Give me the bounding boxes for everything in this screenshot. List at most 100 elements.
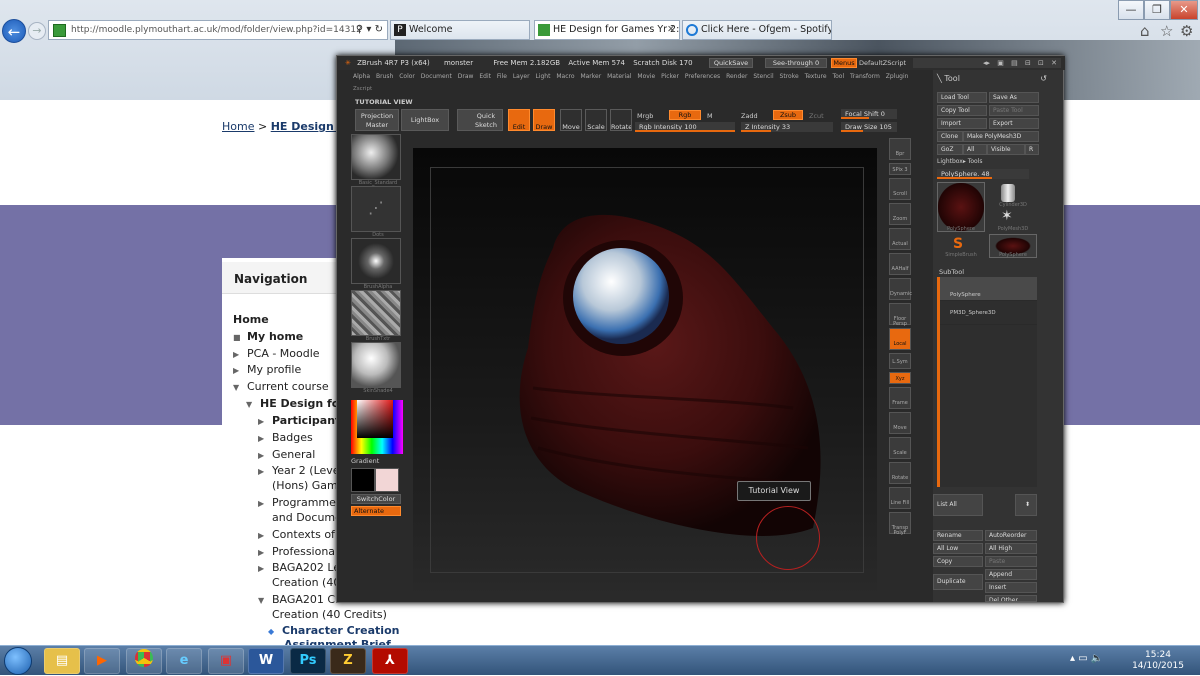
nav-current-course[interactable]: ▼ Current course	[233, 380, 329, 393]
menu-item-render[interactable]: Render	[726, 73, 753, 80]
color-square[interactable]	[357, 400, 393, 438]
menus-button[interactable]: Menus	[831, 58, 857, 68]
nav-pca-moodle[interactable]: ▶ PCA - Moodle	[233, 347, 320, 360]
polyf-button[interactable]: Line Fill PolyF	[889, 487, 911, 536]
tool-thumb-cylinder[interactable]	[1001, 184, 1015, 202]
goz-button[interactable]: GoZ	[937, 144, 963, 155]
menu-item-transform[interactable]: Transform	[850, 73, 886, 80]
autoreorder-button[interactable]: AutoReorder	[985, 530, 1037, 541]
visible-button[interactable]: Visible	[987, 144, 1025, 155]
search-refresh-icons[interactable]: ⚲ ▾ ↻	[356, 21, 383, 39]
insert-button[interactable]: Insert	[985, 582, 1037, 593]
load-tool-button[interactable]: Load Tool	[937, 92, 987, 103]
z-intensity-slider[interactable]: Z Intensity 33	[741, 122, 833, 132]
quick-sketch-button[interactable]: Quick Sketch	[457, 109, 503, 131]
see-through-slider[interactable]: See-through 0	[765, 58, 827, 68]
clone-button[interactable]: Clone	[937, 131, 963, 142]
nav-contexts[interactable]: ▶ Contexts of P	[258, 528, 345, 541]
subtool-pm3d-sphere[interactable]: PM3D_Sphere3D	[940, 301, 1037, 325]
nav-professional[interactable]: ▶ Professional T	[258, 545, 348, 558]
menu-item-alpha[interactable]: Alpha	[353, 73, 376, 80]
frame-button[interactable]: Frame	[889, 387, 911, 409]
spix-slider[interactable]: SPix 3	[889, 163, 911, 175]
minimize-button[interactable]: —	[1118, 0, 1144, 20]
zcut-button[interactable]: Zcut	[809, 112, 824, 120]
all-low-button[interactable]: All Low	[933, 543, 983, 554]
refresh-icon[interactable]: ↺	[1040, 74, 1047, 83]
taskbar-app-icon[interactable]: ▣	[208, 648, 244, 674]
close-window-button[interactable]: ✕	[1170, 0, 1198, 20]
taskbar-acrobat-icon[interactable]: ⅄	[372, 648, 408, 674]
paste-button[interactable]: Paste	[985, 556, 1037, 567]
lightbox-tools-button[interactable]: Lightbox▸ Tools	[937, 158, 983, 165]
default-zscript[interactable]: DefaultZScript	[859, 59, 906, 67]
alternate-button[interactable]: Alternate	[351, 506, 401, 516]
polysphere-slider[interactable]: PolySphere. 48	[937, 169, 1029, 179]
breadcrumb-home-link[interactable]: Home	[222, 120, 254, 133]
taskbar-zbrush-icon[interactable]: Z	[330, 648, 366, 674]
rgb-button[interactable]: Rgb	[669, 110, 701, 120]
settings-gear-icon[interactable]: ⚙	[1180, 22, 1193, 40]
tool-thumb-simplebrush-icon[interactable]: S	[953, 236, 963, 252]
make-polymesh-button[interactable]: Make PolyMesh3D	[963, 131, 1039, 142]
all-high-button[interactable]: All High	[985, 543, 1037, 554]
import-button[interactable]: Import	[937, 118, 987, 129]
subtool-polysphere[interactable]: PolySphere	[940, 277, 1037, 301]
nav-baga201-cont[interactable]: Creation (40 Credits)	[272, 608, 387, 621]
nav-baga202[interactable]: ▶ BAGA202 Lev	[258, 561, 347, 574]
bpr-button[interactable]: Bpr	[889, 138, 911, 160]
tab-welcome[interactable]: P Welcome	[390, 20, 530, 40]
color-picker[interactable]	[351, 400, 403, 454]
scale-button[interactable]: Scale	[585, 109, 607, 131]
taskbar-chrome-icon[interactable]	[126, 648, 162, 674]
nav-badges[interactable]: ▶ Badges	[258, 431, 313, 444]
all-button[interactable]: All	[963, 144, 987, 155]
nav-character-creation[interactable]: ◆ Character Creation	[268, 624, 399, 637]
menu-item-marker[interactable]: Marker	[580, 73, 607, 80]
m-button[interactable]: M	[707, 112, 713, 120]
r-button[interactable]: R	[1025, 144, 1039, 155]
duplicate-button[interactable]: Duplicate	[933, 574, 983, 590]
nav-programme[interactable]: ▶ Programme H	[258, 496, 348, 509]
address-bar[interactable]: http://moodle.plymouthart.ac.uk/mod/fold…	[48, 20, 388, 40]
copy-tool-button[interactable]: Copy Tool	[937, 105, 987, 116]
aahalf-button[interactable]: AAHalf	[889, 253, 911, 275]
quicksave-button[interactable]: QuickSave	[709, 58, 753, 68]
list-all-button[interactable]: List All	[933, 494, 983, 516]
rotate-button[interactable]: Rotate	[610, 109, 632, 131]
menu-item-color[interactable]: Color	[399, 73, 421, 80]
menu-item-tool[interactable]: Tool	[832, 73, 850, 80]
menu-item-picker[interactable]: Picker	[661, 73, 685, 80]
export-button[interactable]: Export	[989, 118, 1039, 129]
menu-item-stroke[interactable]: Stroke	[780, 73, 805, 80]
taskbar-word-icon[interactable]: W	[248, 648, 284, 674]
menu-item-zplugin[interactable]: Zplugin	[886, 73, 909, 80]
edit-button[interactable]: Edit	[508, 109, 530, 131]
xyz-button[interactable]: Xyz	[889, 372, 911, 384]
nav-my-home[interactable]: ■ My home	[233, 330, 303, 343]
scale-view-button[interactable]: Scale	[889, 437, 911, 459]
nav-general[interactable]: ▶ General	[258, 448, 315, 461]
paste-tool-button[interactable]: Paste Tool	[989, 105, 1039, 116]
rotate-view-button[interactable]: Rotate	[889, 462, 911, 484]
focal-shift-slider[interactable]: Focal Shift 0	[841, 109, 897, 119]
zscript-menu[interactable]: Zscript	[353, 86, 372, 92]
subtool-header[interactable]: SubTool	[939, 268, 964, 276]
menu-item-edit[interactable]: Edit	[479, 73, 497, 80]
material-skinshade4[interactable]	[351, 342, 401, 388]
actual-button[interactable]: Actual	[889, 228, 911, 250]
rename-button[interactable]: Rename	[933, 530, 983, 541]
nav-my-profile[interactable]: ▶ My profile	[233, 363, 301, 376]
copy-button[interactable]: Copy	[933, 556, 983, 567]
move-subtool-arrows-icon[interactable]: ⬍	[1015, 494, 1037, 516]
mrgb-button[interactable]: Mrgb	[637, 112, 653, 120]
window-controls-icons[interactable]: ◂▸ ▣ ▤ ⊟ ⊡ ✕	[913, 58, 1061, 68]
start-button[interactable]	[4, 647, 32, 675]
transp-button[interactable]: Transp	[889, 512, 911, 534]
nav-home[interactable]: Home	[233, 313, 269, 326]
append-button[interactable]: Append	[985, 569, 1037, 580]
gradient-toggle[interactable]: Gradient	[351, 457, 405, 465]
taskbar-photoshop-icon[interactable]: Ps	[290, 648, 326, 674]
menu-item-file[interactable]: File	[497, 73, 513, 80]
menu-item-brush[interactable]: Brush	[376, 73, 399, 80]
